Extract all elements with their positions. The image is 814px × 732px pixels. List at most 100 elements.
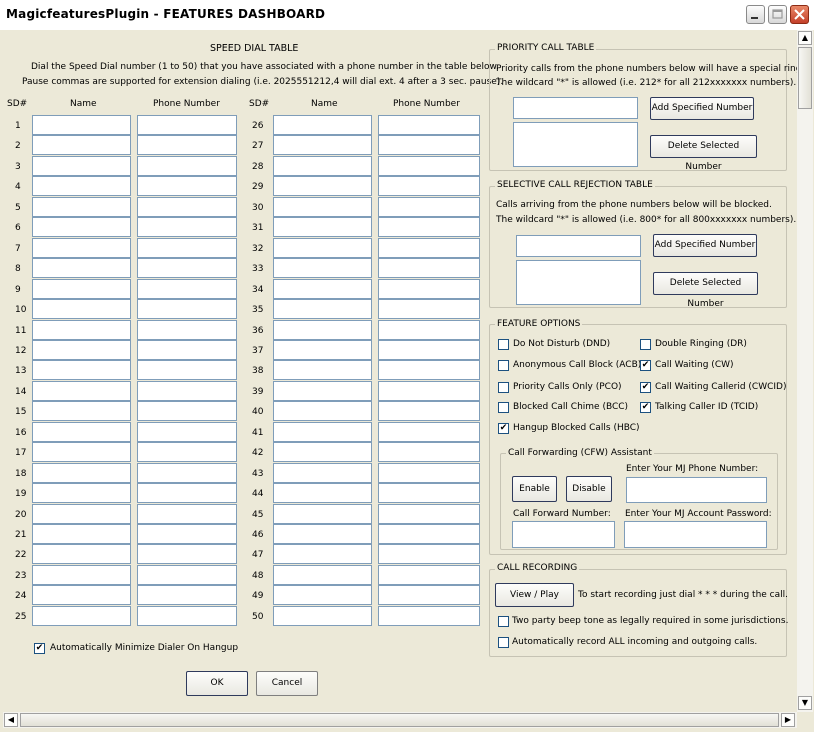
feature-checkbox[interactable] — [498, 360, 509, 371]
sd-name-input-left[interactable] — [32, 442, 131, 462]
sd-name-input-right[interactable] — [273, 483, 372, 503]
sd-phone-input-left[interactable] — [137, 176, 237, 196]
sd-name-input-left[interactable] — [32, 197, 131, 217]
feature-checkbox[interactable] — [498, 339, 509, 350]
sd-phone-input-right[interactable] — [378, 401, 480, 421]
sd-name-input-left[interactable] — [32, 422, 131, 442]
sd-name-input-left[interactable] — [32, 258, 131, 278]
sd-phone-input-right[interactable] — [378, 524, 480, 544]
sd-name-input-right[interactable] — [273, 135, 372, 155]
sd-name-input-right[interactable] — [273, 585, 372, 605]
sd-name-input-left[interactable] — [32, 585, 131, 605]
sd-phone-input-right[interactable] — [378, 585, 480, 605]
sd-name-input-left[interactable] — [32, 217, 131, 237]
sd-phone-input-left[interactable] — [137, 524, 237, 544]
sd-name-input-left[interactable] — [32, 320, 131, 340]
maximize-button[interactable] — [768, 5, 787, 24]
sd-name-input-right[interactable] — [273, 238, 372, 258]
sd-phone-input-right[interactable] — [378, 340, 480, 360]
sd-phone-input-left[interactable] — [137, 360, 237, 380]
sd-phone-input-left[interactable] — [137, 115, 237, 135]
sd-name-input-right[interactable] — [273, 115, 372, 135]
sd-name-input-right[interactable] — [273, 442, 372, 462]
sd-phone-input-left[interactable] — [137, 585, 237, 605]
priority-add-button[interactable]: Add Specified Number — [650, 97, 754, 120]
feature-checkbox[interactable]: ✔ — [640, 402, 651, 413]
sd-phone-input-right[interactable] — [378, 156, 480, 176]
scroll-up-button[interactable]: ▲ — [798, 31, 812, 45]
feature-checkbox[interactable]: ✔ — [498, 423, 509, 434]
rejection-add-button[interactable]: Add Specified Number — [653, 234, 757, 257]
sd-name-input-right[interactable] — [273, 258, 372, 278]
sd-phone-input-right[interactable] — [378, 483, 480, 503]
sd-name-input-right[interactable] — [273, 340, 372, 360]
sd-name-input-right[interactable] — [273, 401, 372, 421]
sd-name-input-right[interactable] — [273, 217, 372, 237]
sd-name-input-left[interactable] — [32, 238, 131, 258]
sd-phone-input-right[interactable] — [378, 381, 480, 401]
rejection-delete-button[interactable]: Delete Selected Number — [653, 272, 758, 309]
sd-phone-input-left[interactable] — [137, 135, 237, 155]
sd-phone-input-left[interactable] — [137, 197, 237, 217]
sd-name-input-left[interactable] — [32, 279, 131, 299]
sd-name-input-left[interactable] — [32, 115, 131, 135]
sd-name-input-left[interactable] — [32, 340, 131, 360]
sd-name-input-right[interactable] — [273, 320, 372, 340]
feature-checkbox[interactable] — [640, 339, 651, 350]
sd-phone-input-right[interactable] — [378, 299, 480, 319]
sd-name-input-right[interactable] — [273, 463, 372, 483]
sd-name-input-left[interactable] — [32, 606, 131, 626]
sd-phone-input-left[interactable] — [137, 156, 237, 176]
priority-number-list[interactable] — [513, 122, 638, 167]
sd-phone-input-left[interactable] — [137, 279, 237, 299]
sd-phone-input-right[interactable] — [378, 279, 480, 299]
sd-name-input-right[interactable] — [273, 176, 372, 196]
sd-phone-input-left[interactable] — [137, 422, 237, 442]
sd-phone-input-left[interactable] — [137, 217, 237, 237]
sd-phone-input-left[interactable] — [137, 258, 237, 278]
sd-phone-input-right[interactable] — [378, 197, 480, 217]
sd-name-input-right[interactable] — [273, 544, 372, 564]
sd-phone-input-left[interactable] — [137, 606, 237, 626]
close-button[interactable] — [790, 5, 809, 24]
sd-name-input-left[interactable] — [32, 381, 131, 401]
sd-name-input-left[interactable] — [32, 135, 131, 155]
minimize-button[interactable] — [746, 5, 765, 24]
scroll-down-button[interactable]: ▼ — [798, 696, 812, 710]
sd-name-input-right[interactable] — [273, 381, 372, 401]
sd-name-input-right[interactable] — [273, 422, 372, 442]
forward-number-input[interactable] — [512, 521, 615, 548]
beep-tone-checkbox[interactable] — [498, 616, 509, 627]
mj-phone-input[interactable] — [626, 477, 767, 503]
sd-name-input-right[interactable] — [273, 360, 372, 380]
priority-delete-button[interactable]: Delete Selected Number — [650, 135, 757, 172]
cancel-button[interactable]: Cancel — [256, 671, 318, 696]
sd-name-input-right[interactable] — [273, 197, 372, 217]
sd-phone-input-right[interactable] — [378, 320, 480, 340]
rejection-number-list[interactable] — [516, 260, 641, 305]
sd-name-input-left[interactable] — [32, 463, 131, 483]
sd-phone-input-right[interactable] — [378, 606, 480, 626]
sd-phone-input-right[interactable] — [378, 504, 480, 524]
sd-phone-input-left[interactable] — [137, 299, 237, 319]
sd-name-input-left[interactable] — [32, 299, 131, 319]
auto-record-checkbox[interactable] — [498, 637, 509, 648]
sd-name-input-left[interactable] — [32, 401, 131, 421]
mj-password-input[interactable] — [624, 521, 767, 548]
view-play-button[interactable]: View / Play — [495, 583, 574, 607]
sd-phone-input-right[interactable] — [378, 176, 480, 196]
sd-name-input-right[interactable] — [273, 299, 372, 319]
cfw-enable-button[interactable]: Enable — [512, 476, 557, 502]
sd-phone-input-left[interactable] — [137, 463, 237, 483]
feature-checkbox[interactable]: ✔ — [640, 360, 651, 371]
sd-phone-input-right[interactable] — [378, 565, 480, 585]
scroll-right-button[interactable]: ▶ — [781, 713, 795, 727]
sd-phone-input-left[interactable] — [137, 238, 237, 258]
sd-phone-input-left[interactable] — [137, 340, 237, 360]
horizontal-scrollbar[interactable]: ◀ ▶ — [3, 712, 797, 728]
sd-phone-input-left[interactable] — [137, 401, 237, 421]
sd-name-input-left[interactable] — [32, 176, 131, 196]
sd-phone-input-left[interactable] — [137, 381, 237, 401]
sd-phone-input-left[interactable] — [137, 565, 237, 585]
sd-name-input-right[interactable] — [273, 156, 372, 176]
